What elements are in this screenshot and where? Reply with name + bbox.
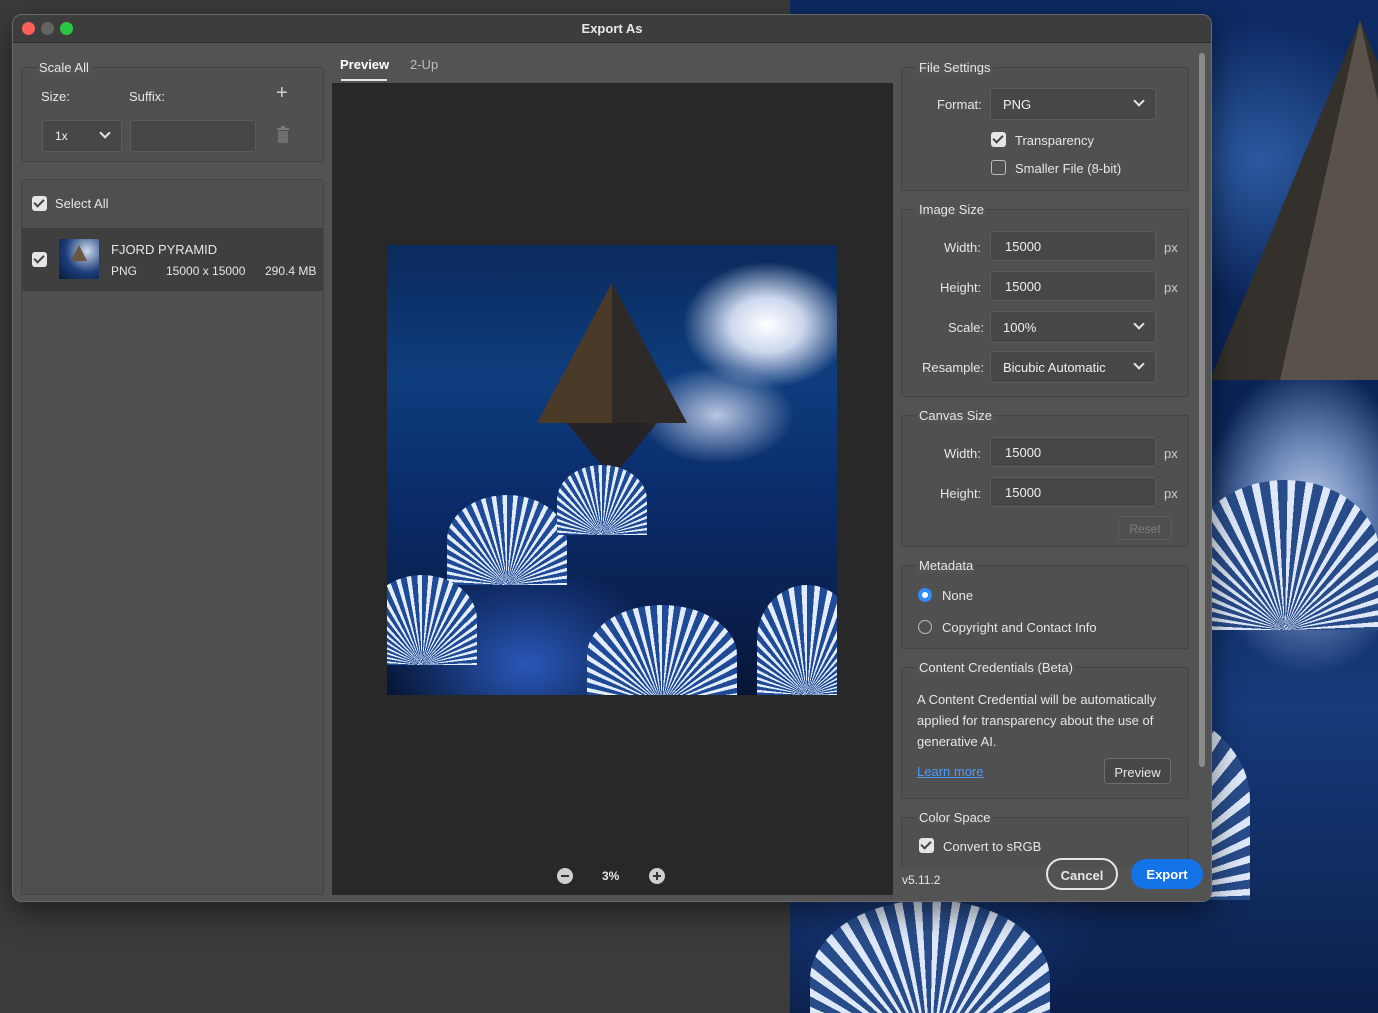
select-all-checkbox[interactable] <box>32 196 47 211</box>
resample-dropdown[interactable]: Bicubic Automatic <box>990 351 1156 383</box>
frond <box>757 585 837 695</box>
smaller-file-label: Smaller File (8-bit) <box>1015 161 1122 176</box>
image-height-label: Height: <box>940 280 982 295</box>
tab-2-up[interactable]: 2-Up <box>410 57 438 72</box>
canvas-height-unit: px <box>1164 486 1178 501</box>
scale-dropdown[interactable]: 100% <box>990 311 1156 343</box>
frond <box>447 495 567 585</box>
smaller-file-checkbox[interactable] <box>991 160 1006 175</box>
tab-preview[interactable]: Preview <box>340 57 389 72</box>
reset-button[interactable]: Reset <box>1118 516 1172 540</box>
thumbnail-pyramid <box>71 245 87 261</box>
add-scale-icon[interactable]: + <box>276 82 288 105</box>
zoom-level: 3% <box>602 869 620 883</box>
frond <box>387 575 477 665</box>
zoom-in-button[interactable] <box>649 868 665 884</box>
image-width-label: Width: <box>944 240 981 255</box>
transparency-label: Transparency <box>1015 133 1094 148</box>
convert-srgb-checkbox[interactable] <box>919 838 934 853</box>
metadata-copyright-radio[interactable] <box>918 620 932 634</box>
size-label: Size: <box>41 89 70 104</box>
chevron-down-icon <box>99 127 111 139</box>
zoom-out-button[interactable] <box>557 868 573 884</box>
frond <box>557 465 647 535</box>
chevron-down-icon <box>1133 358 1145 370</box>
metadata-heading: Metadata <box>917 558 976 573</box>
export-button[interactable]: Export <box>1131 859 1203 889</box>
credentials-line-1: A Content Credential will be automatical… <box>917 692 1157 707</box>
chevron-down-icon <box>1133 318 1145 330</box>
format-dropdown[interactable]: PNG <box>990 88 1156 120</box>
canvas-width-label: Width: <box>944 446 981 461</box>
size-value: 1x <box>55 129 68 143</box>
window-title: Export As <box>581 21 643 36</box>
scale-label: Scale: <box>948 320 985 335</box>
background-frond <box>810 900 1050 1013</box>
trash-icon[interactable] <box>276 126 290 144</box>
image-size-panel: Image Size Width: 15000 px Height: 15000… <box>901 202 1189 397</box>
preview-image <box>387 245 837 695</box>
metadata-none-label: None <box>942 588 974 603</box>
format-value: PNG <box>1003 97 1032 112</box>
asset-dimensions: 15000 x 15000 <box>166 264 246 278</box>
resample-label: Resample: <box>922 360 985 375</box>
scale-all-heading: Scale All <box>37 60 91 75</box>
titlebar: Export As <box>13 15 1211 43</box>
content-credentials-heading: Content Credentials (Beta) <box>917 660 1075 675</box>
image-width-unit: px <box>1164 240 1178 255</box>
file-settings-panel: File Settings Format: PNG Transparency S… <box>901 60 1189 191</box>
asset-list-panel: Select All FJORD PYRAMID PNG 15000 x 150… <box>21 179 324 895</box>
canvas-size-heading: Canvas Size <box>917 408 994 423</box>
learn-more-link[interactable]: Learn more <box>917 764 983 779</box>
suffix-label: Suffix: <box>129 89 165 104</box>
background-pyramid-face <box>1280 20 1378 380</box>
credentials-line-2: applied for transparency about the use o… <box>917 713 1154 728</box>
image-height-input[interactable]: 15000 <box>990 271 1156 301</box>
image-height-unit: px <box>1164 280 1178 295</box>
transparency-checkbox[interactable] <box>991 132 1006 147</box>
chevron-down-icon <box>1133 95 1145 107</box>
select-all-label: Select All <box>55 196 109 211</box>
content-credentials-panel: Content Credentials (Beta) A Content Cre… <box>901 660 1189 799</box>
metadata-panel: Metadata None Copyright and Contact Info <box>901 558 1189 649</box>
asset-thumbnail <box>59 239 99 279</box>
size-dropdown[interactable]: 1x <box>42 120 122 152</box>
pyramid-shadow-face <box>612 283 687 423</box>
cancel-button[interactable]: Cancel <box>1046 858 1118 890</box>
file-settings-heading: File Settings <box>917 60 993 75</box>
credentials-line-3: generative AI. <box>917 734 997 749</box>
canvas-width-input[interactable]: 15000 <box>990 437 1156 467</box>
export-as-dialog: Export As Scale All Size: Suffix: + 1x S… <box>12 14 1212 902</box>
credentials-preview-button[interactable]: Preview <box>1104 758 1171 784</box>
asset-checkbox[interactable] <box>32 252 47 267</box>
format-label: Format: <box>937 97 982 112</box>
suffix-input[interactable] <box>130 120 256 152</box>
frond <box>587 605 737 695</box>
scale-value: 100% <box>1003 320 1037 335</box>
image-size-heading: Image Size <box>917 202 987 217</box>
canvas-height-input[interactable]: 15000 <box>990 477 1156 507</box>
settings-scrollbar[interactable] <box>1199 53 1205 767</box>
asset-name: FJORD PYRAMID <box>111 242 218 257</box>
canvas-height-label: Height: <box>940 486 982 501</box>
asset-size: 290.4 MB <box>265 264 317 278</box>
version-label: v5.11.2 <box>902 873 941 887</box>
resample-value: Bicubic Automatic <box>1003 360 1106 375</box>
active-tab-indicator <box>341 79 387 81</box>
asset-row[interactable]: FJORD PYRAMID PNG 15000 x 15000 290.4 MB <box>22 228 323 291</box>
image-width-input[interactable]: 15000 <box>990 231 1156 261</box>
canvas-width-unit: px <box>1164 446 1178 461</box>
canvas-size-panel: Canvas Size Width: 15000 px Height: 1500… <box>901 408 1189 547</box>
convert-srgb-label: Convert to sRGB <box>943 839 1042 854</box>
metadata-none-radio[interactable] <box>918 588 932 602</box>
metadata-copyright-label: Copyright and Contact Info <box>942 620 1097 635</box>
color-space-heading: Color Space <box>917 810 993 825</box>
preview-canvas[interactable]: 3% <box>332 83 893 895</box>
background-frond <box>1190 480 1378 630</box>
asset-format: PNG <box>111 264 138 278</box>
scale-all-panel: Scale All Size: Suffix: + 1x <box>21 60 324 162</box>
